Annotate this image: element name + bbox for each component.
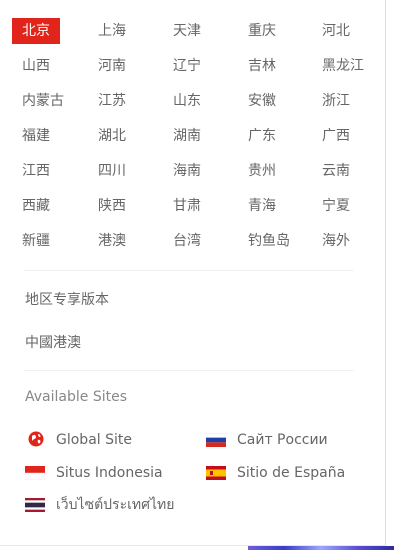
region-guangxi[interactable]: 广西 (312, 123, 360, 149)
region-beijing[interactable]: 北京 (12, 18, 60, 44)
region-shaanxi[interactable]: 陕西 (88, 193, 136, 219)
background-banner-edge (248, 546, 394, 550)
region-guangdong[interactable]: 广东 (238, 123, 286, 149)
region-hunan[interactable]: 湖南 (163, 123, 211, 149)
regional-edition-link[interactable]: 地区专享版本 (25, 289, 109, 309)
region-gangao[interactable]: 港澳 (88, 228, 136, 254)
region-tianjin[interactable]: 天津 (163, 18, 211, 44)
divider (24, 270, 354, 271)
site-label: Sitio de España (237, 465, 346, 481)
region-guizhou[interactable]: 贵州 (238, 158, 286, 184)
region-hebei[interactable]: 河北 (312, 18, 360, 44)
region-henan[interactable]: 河南 (88, 53, 136, 79)
region-zhejiang[interactable]: 浙江 (312, 88, 360, 114)
region-shanghai[interactable]: 上海 (88, 18, 136, 44)
globe-icon (28, 431, 44, 447)
region-liaoning[interactable]: 辽宁 (163, 53, 211, 79)
russia-flag-icon (206, 433, 226, 447)
region-jiangxi[interactable]: 江西 (12, 158, 60, 184)
hk-macau-link[interactable]: 中國港澳 (25, 332, 81, 352)
region-hainan[interactable]: 海南 (163, 158, 211, 184)
region-shandong[interactable]: 山东 (163, 88, 211, 114)
region-sichuan[interactable]: 四川 (88, 158, 136, 184)
region-heilongjiang[interactable]: 黑龙江 (312, 53, 374, 79)
indonesia-flag-icon (25, 466, 45, 480)
region-chongqing[interactable]: 重庆 (238, 18, 286, 44)
region-anhui[interactable]: 安徽 (238, 88, 286, 114)
available-sites-title: Available Sites (25, 389, 127, 405)
region-jiangsu[interactable]: 江苏 (88, 88, 136, 114)
site-label: Situs Indonesia (56, 465, 163, 481)
site-label: เว็บไซต์ประเทศไทย (56, 497, 175, 513)
region-overseas[interactable]: 海外 (312, 228, 360, 254)
site-label: Global Site (56, 432, 132, 448)
region-shanxi[interactable]: 山西 (12, 53, 60, 79)
region-hubei[interactable]: 湖北 (88, 123, 136, 149)
region-xinjiang[interactable]: 新疆 (12, 228, 60, 254)
thailand-flag-icon (25, 498, 45, 512)
region-dropdown-panel: 北京 上海 天津 重庆 河北 山西 河南 辽宁 吉林 黑龙江 内蒙古 江苏 山东… (0, 0, 386, 546)
region-taiwan[interactable]: 台湾 (163, 228, 211, 254)
divider (24, 370, 354, 371)
region-neimenggu[interactable]: 内蒙古 (12, 88, 74, 114)
region-jilin[interactable]: 吉林 (238, 53, 286, 79)
site-label: Сайт России (237, 432, 328, 448)
region-diaoyudao[interactable]: 钓鱼岛 (238, 228, 300, 254)
spain-flag-icon (206, 466, 226, 480)
region-ningxia[interactable]: 宁夏 (312, 193, 360, 219)
region-yunnan[interactable]: 云南 (312, 158, 360, 184)
region-qinghai[interactable]: 青海 (238, 193, 286, 219)
region-fujian[interactable]: 福建 (12, 123, 60, 149)
region-xizang[interactable]: 西藏 (12, 193, 60, 219)
region-gansu[interactable]: 甘肃 (163, 193, 211, 219)
